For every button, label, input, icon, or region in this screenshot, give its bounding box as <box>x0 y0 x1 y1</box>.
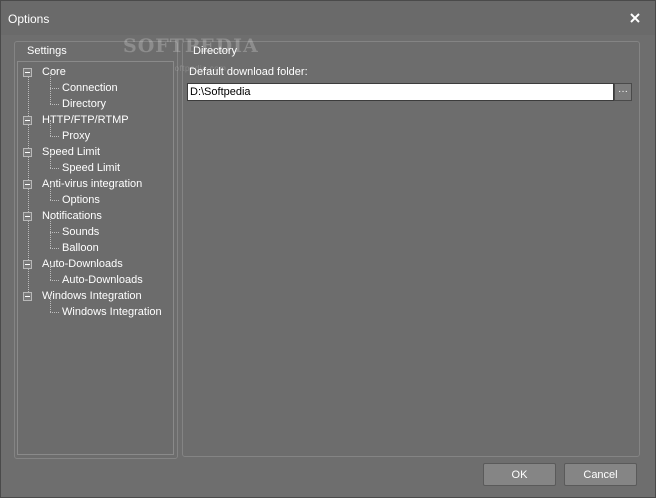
tree-child-node[interactable]: Windows Integration <box>62 304 162 320</box>
tree-connector <box>28 189 29 212</box>
tree-connector <box>50 200 59 201</box>
tree-node-label: Anti-virus integration <box>42 178 143 190</box>
tree-connector <box>28 269 29 292</box>
tree-node-label: Core <box>42 66 66 78</box>
tree-child-node[interactable]: Directory <box>62 96 106 112</box>
minus-box-icon[interactable] <box>23 180 32 189</box>
tree-child-node[interactable]: Balloon <box>62 240 99 256</box>
tree-connector <box>50 296 51 312</box>
tree-connector <box>50 280 59 281</box>
tree-node-label: Windows Integration <box>62 306 162 318</box>
options-window: Options Settings Directory SOFTPEDIA www… <box>0 0 656 498</box>
tree-connector <box>50 168 59 169</box>
cancel-button[interactable]: Cancel <box>564 463 637 486</box>
download-folder-input[interactable] <box>187 83 614 101</box>
tree-node-label: Windows Integration <box>42 290 142 302</box>
tree-node-label: Directory <box>62 98 107 110</box>
tree-connector <box>28 221 29 260</box>
browse-button[interactable]: ··· <box>614 83 632 101</box>
tree-node[interactable]: Auto-Downloads <box>23 256 123 272</box>
tree-connector <box>28 125 29 148</box>
tree-node[interactable]: Anti-virus integration <box>23 176 143 192</box>
tree-node[interactable]: HTTP/FTP/RTMP <box>23 112 129 128</box>
tree-connector <box>28 77 29 116</box>
tree-connector <box>50 152 51 168</box>
tree-connector <box>50 120 51 136</box>
tree-connector <box>50 184 51 200</box>
tree-connector <box>50 88 51 104</box>
tree-connector <box>28 157 29 180</box>
tree-node-label: Speed Limit <box>62 162 121 174</box>
watermark-logo: SOFTPEDIA <box>123 35 259 57</box>
tree-child-node[interactable]: Sounds <box>62 224 99 240</box>
download-folder-label: Default download folder: <box>189 66 308 78</box>
title-bar[interactable]: Options <box>1 1 655 35</box>
tree-child-node[interactable]: Connection <box>62 80 118 96</box>
tree-connector <box>50 136 59 137</box>
tree-child-node[interactable]: Options <box>62 192 100 208</box>
tree-node-label: HTTP/FTP/RTMP <box>42 114 129 126</box>
tree-connector <box>50 216 51 232</box>
minus-box-icon[interactable] <box>23 292 32 301</box>
ok-button[interactable]: OK <box>483 463 556 486</box>
settings-group-label: Settings <box>27 45 67 57</box>
tree-node-label: Connection <box>62 82 118 94</box>
tree-node-label: Proxy <box>62 130 91 142</box>
tree-connector <box>50 264 51 280</box>
directory-groupbox: Directory <box>182 41 640 457</box>
tree-node[interactable]: Windows Integration <box>23 288 142 304</box>
minus-box-icon[interactable] <box>23 116 32 125</box>
tree-node-label: Auto-Downloads <box>42 258 123 270</box>
minus-box-icon[interactable] <box>23 212 32 221</box>
tree-connector <box>50 232 59 233</box>
tree-node-label: Auto-Downloads <box>62 274 143 286</box>
tree-node-label: Balloon <box>62 242 99 254</box>
minus-box-icon[interactable] <box>23 260 32 269</box>
tree-connector <box>50 232 51 248</box>
tree-child-node[interactable]: Auto-Downloads <box>62 272 143 288</box>
tree-connector <box>50 312 59 313</box>
close-button[interactable] <box>625 9 645 27</box>
tree-connector <box>50 72 51 88</box>
tree-connector <box>50 88 59 89</box>
close-icon <box>630 13 640 23</box>
tree-node[interactable]: Core <box>23 64 66 80</box>
minus-box-icon[interactable] <box>23 68 32 77</box>
tree-child-node[interactable]: Proxy <box>62 128 90 144</box>
tree-connector <box>50 248 59 249</box>
settings-tree[interactable]: Core Connection Directory HTTP/FTP/RTMP Prox… <box>17 61 174 455</box>
minus-box-icon[interactable] <box>23 148 32 157</box>
tree-connector <box>50 104 59 105</box>
tree-child-node[interactable]: Speed Limit <box>62 160 120 176</box>
window-title: Options <box>8 12 50 26</box>
tree-node-label: Options <box>62 194 100 206</box>
tree-node-label: Sounds <box>62 226 100 238</box>
